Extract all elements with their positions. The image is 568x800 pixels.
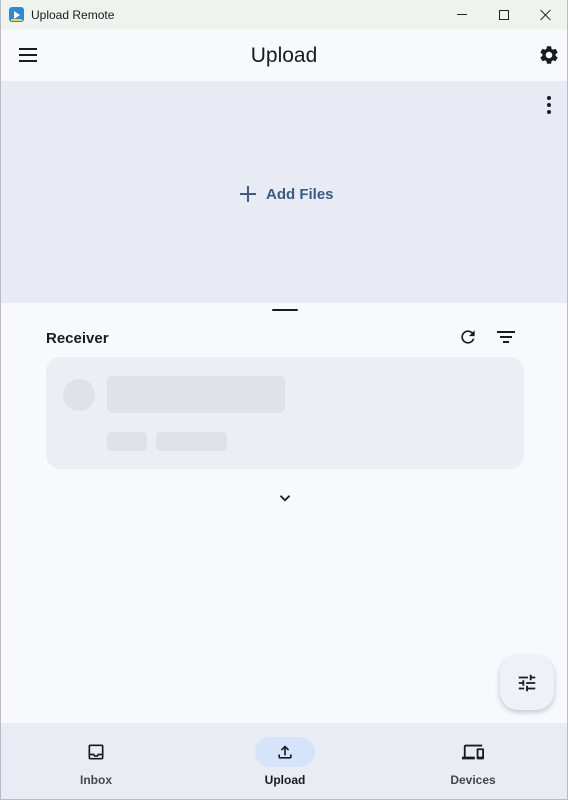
plus-icon	[239, 185, 257, 203]
receiver-skeleton-card	[46, 357, 524, 469]
receiver-heading: Receiver	[46, 330, 109, 347]
more-options-button[interactable]	[537, 93, 561, 117]
skeleton-avatar	[63, 379, 95, 411]
maximize-button[interactable]	[482, 0, 526, 29]
nav-label-upload: Upload	[264, 773, 306, 787]
nav-pill-selected	[255, 737, 315, 767]
file-drop-zone[interactable]: Add Files	[1, 81, 567, 303]
app-window: Upload Remote Upload Add Files Receiver …	[0, 0, 568, 800]
nav-item-upload[interactable]: Upload	[225, 723, 345, 799]
inbox-icon	[88, 744, 104, 760]
bottom-navigation: Inbox Upload Devices	[1, 723, 567, 799]
add-files-label: Add Files	[266, 185, 334, 203]
title-bar[interactable]: Upload Remote	[1, 0, 567, 29]
window-title: Upload Remote	[31, 8, 115, 22]
maximize-icon	[499, 9, 509, 20]
page-title: Upload	[250, 44, 318, 67]
app-logo-icon	[9, 7, 24, 22]
nav-label-inbox: Inbox	[80, 773, 112, 787]
expand-receivers-button[interactable]	[273, 486, 297, 510]
filter-icon-line	[500, 336, 512, 338]
minimize-icon	[457, 14, 467, 15]
settings-button[interactable]	[533, 39, 565, 71]
nav-label-devices: Devices	[450, 773, 496, 787]
more-vert-dot	[547, 103, 551, 107]
nav-pill	[443, 737, 503, 767]
sheet-drag-handle[interactable]	[272, 309, 298, 311]
minimize-button[interactable]	[440, 0, 484, 29]
filter-icon-line	[503, 341, 509, 343]
tune-fab-button[interactable]	[500, 656, 554, 710]
refresh-icon	[461, 330, 475, 344]
nav-item-inbox[interactable]: Inbox	[36, 723, 156, 799]
close-icon	[540, 9, 552, 21]
close-button[interactable]	[524, 0, 567, 29]
chevron-down-icon	[279, 495, 291, 502]
upload-icon	[278, 745, 292, 759]
nav-pill	[66, 737, 126, 767]
skeleton-tag	[107, 432, 147, 451]
more-vert-dot	[547, 110, 551, 114]
app-bar: Upload	[1, 29, 567, 81]
add-files-button[interactable]: Add Files	[239, 181, 334, 207]
filter-icon	[497, 331, 515, 333]
gear-icon	[540, 46, 558, 64]
refresh-button[interactable]	[455, 324, 481, 350]
skeleton-title	[107, 376, 285, 413]
nav-item-devices[interactable]: Devices	[413, 723, 533, 799]
skeleton-tag	[156, 432, 227, 451]
filter-button[interactable]	[493, 324, 519, 350]
devices-icon	[462, 744, 484, 760]
tune-icon	[518, 674, 536, 692]
more-vert-icon	[547, 96, 551, 100]
